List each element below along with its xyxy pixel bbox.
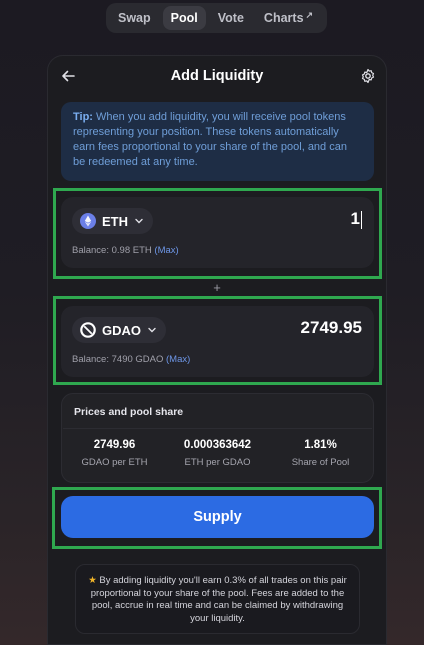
highlight-supply [52,487,382,549]
prices-pool-share-panel: Prices and pool share 2749.96 GDAO per E… [61,393,374,483]
liquidity-info-note: ★ By adding liquidity you'll earn 0.3% o… [75,564,360,634]
stat-label: Share of Pool [291,457,350,468]
stat-eth-per-gdao: 0.000363642 ETH per GDAO [166,429,269,482]
plus-separator: + [213,280,221,295]
prices-stats: 2749.96 GDAO per ETH 0.000363642 ETH per… [63,428,372,482]
nav-tab-swap[interactable]: Swap [110,6,159,30]
stat-value: 1.81% [304,439,337,451]
gear-icon[interactable] [360,68,376,84]
nav-tab-pool[interactable]: Pool [162,6,206,30]
star-icon: ★ [88,575,97,586]
page-title: Add Liquidity [170,68,264,84]
top-navigation: Swap Pool Vote Charts ↗ [106,3,327,33]
stat-label: ETH per GDAO [184,457,251,468]
stat-share-of-pool: 1.81% Share of Pool [269,429,372,482]
tip-prefix: Tip: [73,111,93,123]
nav-tab-vote[interactable]: Vote [210,6,252,30]
tip-text: When you add liquidity, you will receive… [73,111,347,168]
stat-gdao-per-eth: 2749.96 GDAO per ETH [63,429,166,482]
prices-title: Prices and pool share [74,406,184,418]
nav-tab-charts-label: Charts [263,11,304,25]
card-header: Add Liquidity [48,56,386,98]
nav-tab-swap-label: Swap [118,11,151,25]
external-link-icon: ↗ [305,10,314,20]
nav-tab-pool-label: Pool [170,11,198,25]
stat-value: 2749.96 [93,439,136,451]
highlight-token-a [53,188,382,279]
stat-label: GDAO per ETH [81,457,148,468]
liquidity-info-text: By adding liquidity you'll earn 0.3% of … [90,575,347,624]
highlight-token-b [53,296,382,385]
tip-box: Tip: When you add liquidity, you will re… [61,102,374,181]
nav-tab-vote-label: Vote [217,11,244,25]
nav-tab-charts[interactable]: Charts ↗ [256,6,321,30]
stat-value: 0.000363642 [183,439,252,451]
